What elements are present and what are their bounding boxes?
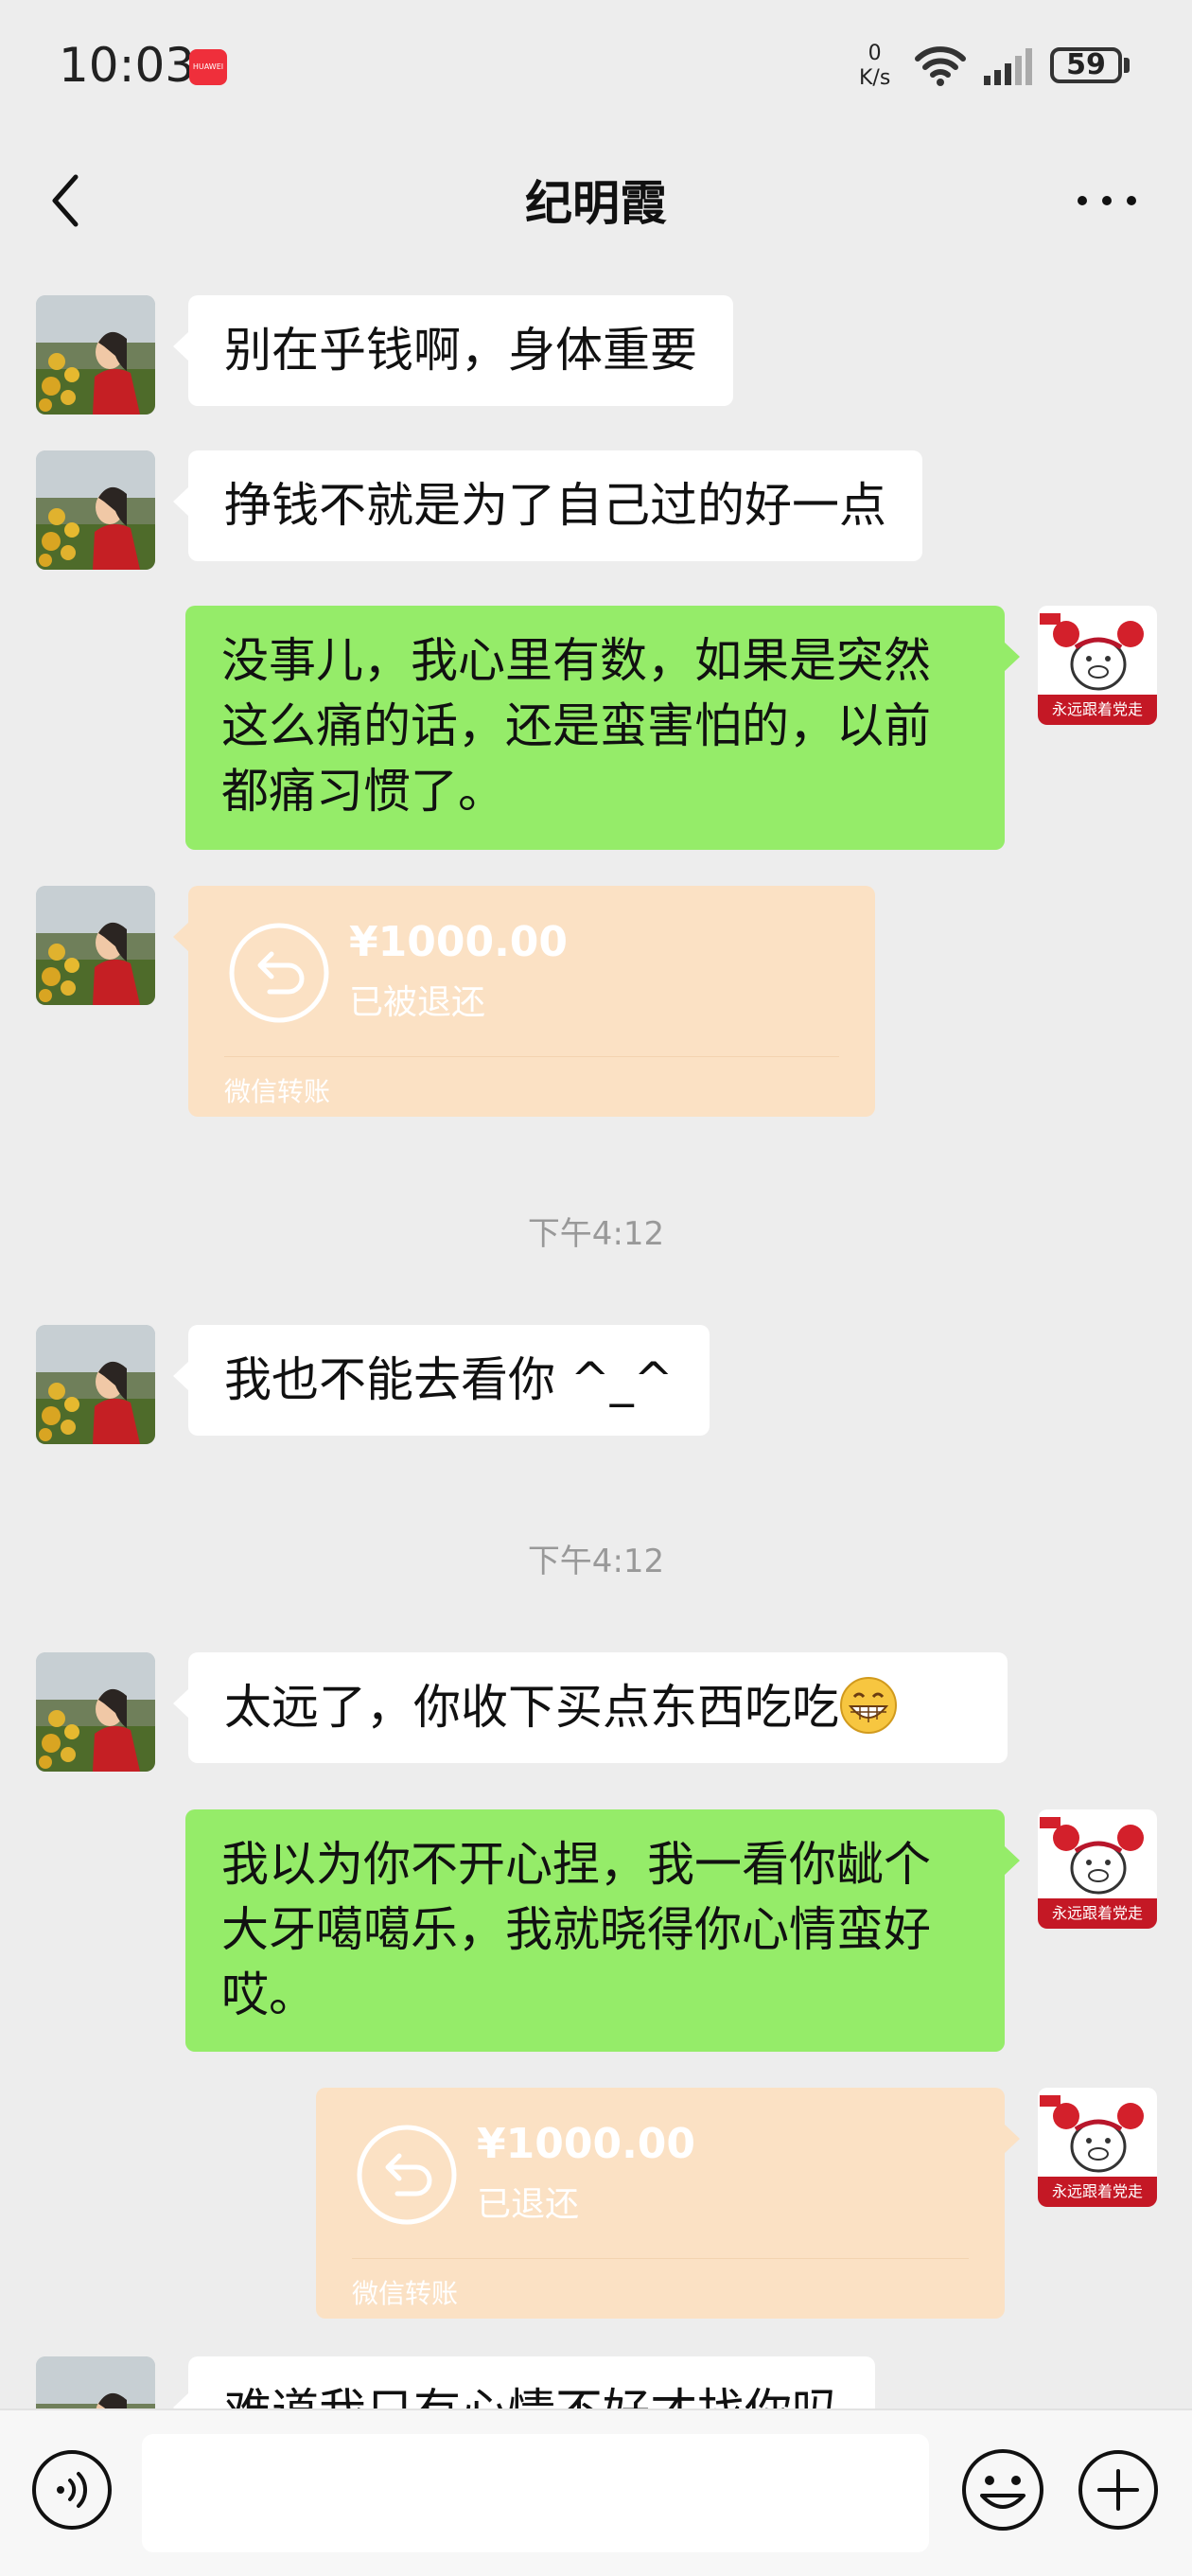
grin-emoji: [840, 1677, 897, 1734]
transfer-divider: [224, 1056, 839, 1057]
message-bubble-left[interactable]: 太远了，你收下买点东西吃吃: [173, 1652, 1008, 1763]
signal-icon: [984, 48, 1032, 85]
contact-avatar[interactable]: [36, 450, 155, 570]
message-bubble-left[interactable]: 别在乎钱啊，身体重要: [173, 295, 733, 406]
network-speed: 0 K/s: [859, 42, 890, 91]
more-dots-icon[interactable]: [1069, 166, 1145, 237]
message-bubble-left[interactable]: 我也不能去看你 ^_^: [173, 1325, 710, 1436]
status-bar: 10:03 HUAWEI 0 K/s 59: [0, 0, 1192, 137]
contact-avatar[interactable]: [36, 1652, 155, 1772]
transfer-status: 已退还: [477, 2185, 580, 2224]
contact-avatar[interactable]: [36, 1325, 155, 1444]
return-arrow-icon: [229, 923, 329, 1023]
return-arrow-icon: [357, 2125, 457, 2225]
transfer-card[interactable]: ¥1000.00 已退还 微信转账: [316, 2088, 1020, 2319]
battery-tip: [1124, 58, 1130, 73]
self-avatar-caption: 永远跟着党走: [1051, 2182, 1143, 2200]
status-time: 10:03: [59, 38, 196, 93]
self-avatar[interactable]: 永远跟着党走: [1038, 606, 1157, 725]
transfer-label: 微信转账: [352, 2278, 459, 2309]
timestamp: 下午4:12: [527, 1543, 665, 1580]
voice-icon[interactable]: [30, 2448, 114, 2532]
chat-title: 纪明霞: [525, 176, 667, 231]
self-avatar-caption: 永远跟着党走: [1051, 700, 1143, 718]
contact-avatar[interactable]: [36, 295, 155, 415]
self-avatar[interactable]: 永远跟着党走: [1038, 1809, 1157, 1929]
wifi-icon: [915, 46, 966, 86]
transfer-amount: ¥1000.00: [349, 918, 569, 966]
message-bubble-right[interactable]: 我以为你不开心捏，我一看你龇个 大牙噶噶乐，我就晓得你心情蛮好 哎。: [185, 1809, 1020, 2052]
transfer-card[interactable]: ¥1000.00 已被退还 微信转账: [173, 886, 875, 1117]
message-line: 这么痛的话，还是蛮害怕的，以前: [221, 698, 931, 753]
message-line: 都痛习惯了。: [221, 764, 505, 819]
message-line: 大牙噶噶乐，我就晓得你心情蛮好: [221, 1902, 931, 1957]
battery-indicator: 59: [1050, 47, 1122, 83]
message-line: 我以为你不开心捏，我一看你龇个: [221, 1837, 931, 1892]
message-line: 没事儿，我心里有数，如果是突然: [221, 633, 931, 688]
message-text: 太远了，你收下买点东西吃吃: [224, 1680, 839, 1735]
message-line: 哎。: [221, 1967, 316, 2022]
self-avatar[interactable]: 永远跟着党走: [1038, 2088, 1157, 2207]
plus-icon[interactable]: [1077, 2448, 1160, 2532]
huawei-notification-icon: HUAWEI: [189, 49, 227, 85]
transfer-label: 微信转账: [224, 1076, 331, 1107]
network-speed-value: 0: [868, 42, 882, 65]
transfer-status: 已被退还: [349, 983, 486, 1022]
message-input[interactable]: [142, 2434, 929, 2552]
input-bar: [0, 2408, 1192, 2576]
transfer-divider: [352, 2258, 969, 2259]
message-bubble-right[interactable]: 没事儿，我心里有数，如果是突然 这么痛的话，还是蛮害怕的，以前 都痛习惯了。: [185, 606, 1020, 850]
network-speed-unit: K/s: [859, 66, 891, 90]
chat-header: 纪明霞: [0, 137, 1192, 265]
contact-avatar[interactable]: [36, 886, 155, 1005]
emoji-icon[interactable]: [959, 2446, 1046, 2533]
timestamp: 下午4:12: [527, 1215, 665, 1253]
transfer-amount: ¥1000.00: [477, 2120, 696, 2168]
message-bubble-left[interactable]: 挣钱不就是为了自己过的好一点: [173, 450, 922, 561]
self-avatar-caption: 永远跟着党走: [1051, 1904, 1143, 1922]
